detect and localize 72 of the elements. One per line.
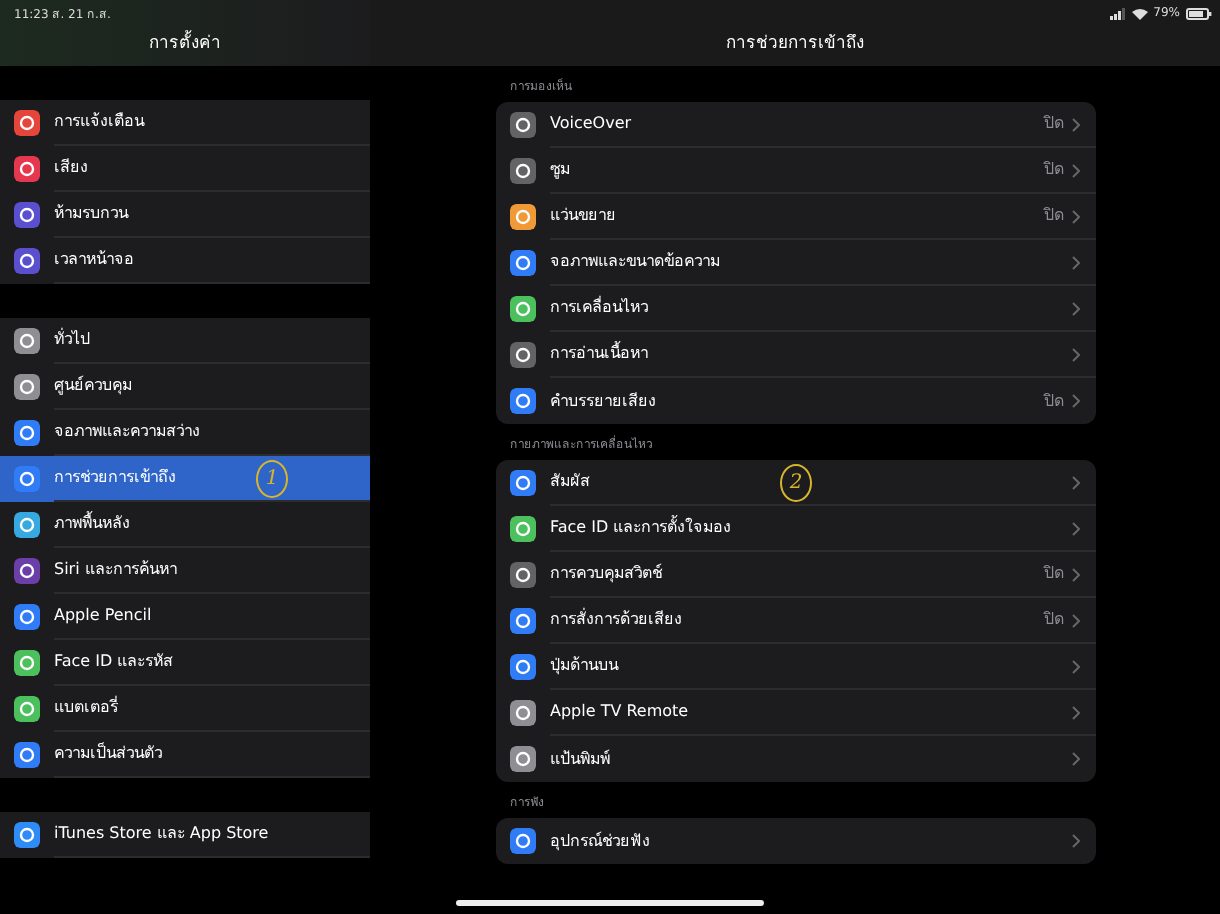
chevron-icon bbox=[1072, 613, 1080, 627]
sidebar-item[interactable]: Face ID และรหัส bbox=[0, 640, 370, 686]
settings-row[interactable]: Apple TV Remote bbox=[496, 690, 1096, 736]
settings-row[interactable]: ปุ่มด้านบน bbox=[496, 644, 1096, 690]
chevron-icon bbox=[1072, 163, 1080, 177]
settings-row[interactable]: VoiceOver ปิด bbox=[496, 102, 1096, 148]
row-label: VoiceOver bbox=[550, 112, 632, 136]
sidebar-item[interactable]: ห้ามรบกวน bbox=[0, 192, 370, 238]
row-value: ปิด bbox=[1044, 389, 1064, 413]
chevron-icon bbox=[1072, 834, 1080, 848]
settings-row[interactable]: แป้นพิมพ์ bbox=[496, 736, 1096, 782]
page-title: การช่วยการเข้าถึง bbox=[724, 32, 866, 58]
handwritten-mark: 1 bbox=[256, 460, 288, 498]
sidebar-item[interactable]: Siri และการค้นหา bbox=[0, 548, 370, 594]
sidebar-item[interactable]: เวลาหน้าจอ bbox=[0, 238, 370, 284]
row-label: ปุ่มด้านบน bbox=[550, 654, 618, 678]
chevron-icon bbox=[1072, 117, 1080, 131]
sidebar-item[interactable]: แบตเตอรี่ bbox=[0, 686, 370, 732]
row-label: ซูม bbox=[550, 158, 570, 182]
settings-row[interactable]: แว่นขยาย ปิด bbox=[496, 194, 1096, 240]
row-label: การสั่งการด้วยเสียง bbox=[550, 608, 682, 632]
row-value: ปิด bbox=[1044, 608, 1064, 632]
sidebar-item[interactable]: การช่วยการเข้าถึง 1 bbox=[0, 456, 370, 502]
chevron-icon bbox=[1072, 752, 1080, 766]
row-label: แป้นพิมพ์ bbox=[550, 747, 610, 771]
chevron-icon bbox=[1072, 705, 1080, 719]
sidebar-item[interactable]: ทั่วไป bbox=[0, 318, 370, 364]
chevron-icon bbox=[1072, 394, 1080, 408]
chevron-icon bbox=[1072, 567, 1080, 581]
chevron-icon bbox=[1072, 255, 1080, 269]
row-value: ปิด bbox=[1044, 158, 1064, 182]
row-value: ปิด bbox=[1044, 562, 1064, 586]
signal-icon bbox=[1109, 7, 1126, 19]
row-label: อุปกรณ์ช่วยฟัง bbox=[550, 829, 650, 853]
chevron-icon bbox=[1072, 521, 1080, 535]
sidebar-item[interactable]: ภาพพื้นหลัง bbox=[0, 502, 370, 548]
settings-row[interactable]: การควบคุมสวิตช์ ปิด bbox=[496, 552, 1096, 598]
settings-row[interactable]: การสั่งการด้วยเสียง ปิด bbox=[496, 598, 1096, 644]
handwritten-mark: 2 bbox=[780, 464, 812, 502]
sidebar-item[interactable]: Apple Pencil bbox=[0, 594, 370, 640]
settings-row[interactable]: สัมผัส 2 bbox=[496, 460, 1096, 506]
row-value: ปิด bbox=[1044, 112, 1064, 136]
settings-row[interactable]: จอภาพและขนาดข้อความ bbox=[496, 240, 1096, 286]
row-label: Face ID และการตั้งใจมอง bbox=[550, 516, 732, 540]
settings-row[interactable]: ซูม ปิด bbox=[496, 148, 1096, 194]
settings-row[interactable]: Face ID และการตั้งใจมอง bbox=[496, 506, 1096, 552]
sidebar-item[interactable]: iTunes Store และ App Store bbox=[0, 812, 370, 858]
wifi-icon bbox=[1131, 7, 1148, 19]
row-label: การอ่านเนื้อหา bbox=[550, 342, 648, 366]
row-label: สัมผัส bbox=[550, 470, 590, 494]
row-value: ปิด bbox=[1044, 204, 1064, 228]
settings-row[interactable]: อุปกรณ์ช่วยฟัง bbox=[496, 818, 1096, 864]
chevron-icon bbox=[1072, 475, 1080, 489]
sidebar-item[interactable]: การแจ้งเตือน bbox=[0, 100, 370, 146]
chevron-icon bbox=[1072, 659, 1080, 673]
sidebar-item[interactable]: ความเป็นส่วนตัว bbox=[0, 732, 370, 778]
battery-icon bbox=[1186, 7, 1212, 19]
sidebar-item[interactable]: ศูนย์ควบคุม bbox=[0, 364, 370, 410]
sidebar-title: การตั้งค่า bbox=[147, 32, 223, 58]
row-label: คำบรรยายเสียง bbox=[550, 389, 656, 413]
row-label: แว่นขยาย bbox=[550, 204, 616, 228]
chevron-icon bbox=[1072, 209, 1080, 223]
chevron-icon bbox=[1072, 347, 1080, 361]
sidebar-item[interactable]: เสียง bbox=[0, 146, 370, 192]
chevron-icon bbox=[1072, 301, 1080, 315]
row-label: Apple TV Remote bbox=[550, 700, 689, 724]
row-label: การเคลื่อนไหว bbox=[550, 296, 648, 320]
settings-row[interactable]: การอ่านเนื้อหา bbox=[496, 332, 1096, 378]
row-label: การควบคุมสวิตช์ bbox=[550, 562, 662, 586]
row-label: จอภาพและขนาดข้อความ bbox=[550, 250, 720, 274]
settings-row[interactable]: การเคลื่อนไหว bbox=[496, 286, 1096, 332]
settings-row[interactable]: คำบรรยายเสียง ปิด bbox=[496, 378, 1096, 424]
